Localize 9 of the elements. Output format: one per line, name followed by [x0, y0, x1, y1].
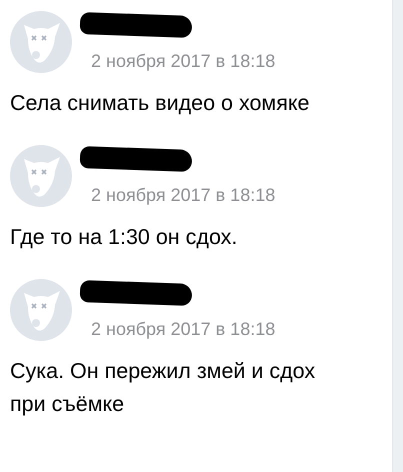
comment-date: 2 ноября 2017 в 18:18: [91, 318, 276, 340]
avatar-icon[interactable]: [10, 279, 72, 341]
comment-text: Где то на 1:30 он сдох.: [10, 224, 238, 251]
avatar-icon[interactable]: [10, 11, 72, 73]
comment-date: 2 ноября 2017 в 18:18: [91, 50, 276, 72]
comment-text: Сука. Он пережил змей и сдох при съёмке: [10, 358, 316, 418]
comment-date: 2 ноября 2017 в 18:18: [91, 184, 276, 206]
comment-text: Села снимать видео о хомяке: [10, 90, 310, 117]
avatar-icon[interactable]: [10, 145, 72, 207]
